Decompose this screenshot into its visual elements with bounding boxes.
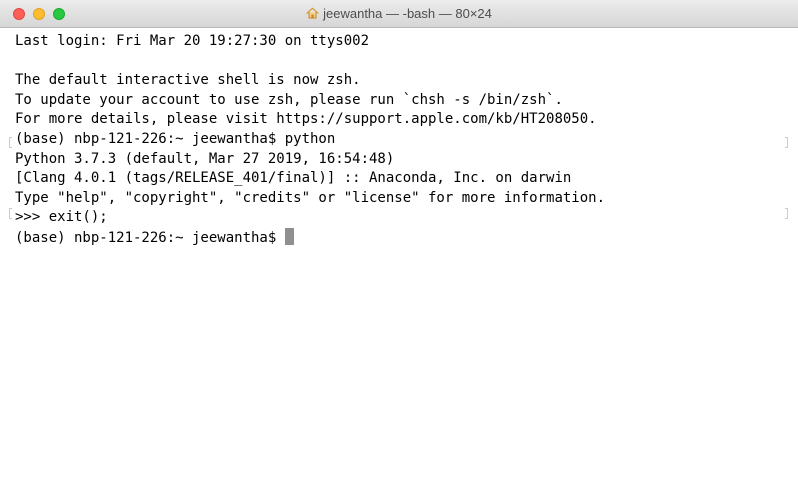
terminal-prompt-line: (base) nbp-121-226:~ jeewantha$: [15, 227, 798, 248]
terminal-line: The default interactive shell is now zsh…: [15, 72, 361, 89]
command-mark-left: [9, 208, 12, 219]
home-icon: [306, 7, 319, 19]
terminal-line: Last login: Fri Mar 20 19:27:30 on ttys0…: [15, 33, 370, 49]
terminal-output[interactable]: Last login: Fri Mar 20 19:27:30 on ttys0…: [0, 28, 798, 494]
terminal-line: (base) nbp-121-226:~ jeewantha$ python: [15, 130, 336, 147]
terminal-cursor[interactable]: [284, 227, 294, 245]
terminal-line: Type "help", "copyright", "credits" or "…: [15, 189, 606, 206]
terminal-line: >>> exit();: [15, 209, 108, 226]
window-title: jeewantha — -bash — 80×24: [0, 0, 798, 28]
terminal-prompt: (base) nbp-121-226:~ jeewantha$: [15, 229, 285, 246]
terminal-line: To update your account to use zsh, pleas…: [15, 91, 563, 108]
command-mark-right: [785, 208, 788, 219]
terminal-line: For more details, please visit https://s…: [15, 111, 597, 128]
terminal-line: [Clang 4.0.1 (tags/RELEASE_401/final)] :…: [15, 170, 572, 187]
command-mark-right: [785, 137, 788, 148]
terminal-window: jeewantha — -bash — 80×24 Last login: Fr…: [0, 0, 798, 494]
window-titlebar[interactable]: jeewantha — -bash — 80×24: [0, 0, 798, 28]
vertical-scrollbar[interactable]: [790, 28, 798, 494]
command-mark-left: [9, 137, 12, 148]
terminal-line: Python 3.7.3 (default, Mar 27 2019, 16:5…: [15, 150, 395, 167]
window-title-text: jeewantha — -bash — 80×24: [323, 6, 492, 21]
